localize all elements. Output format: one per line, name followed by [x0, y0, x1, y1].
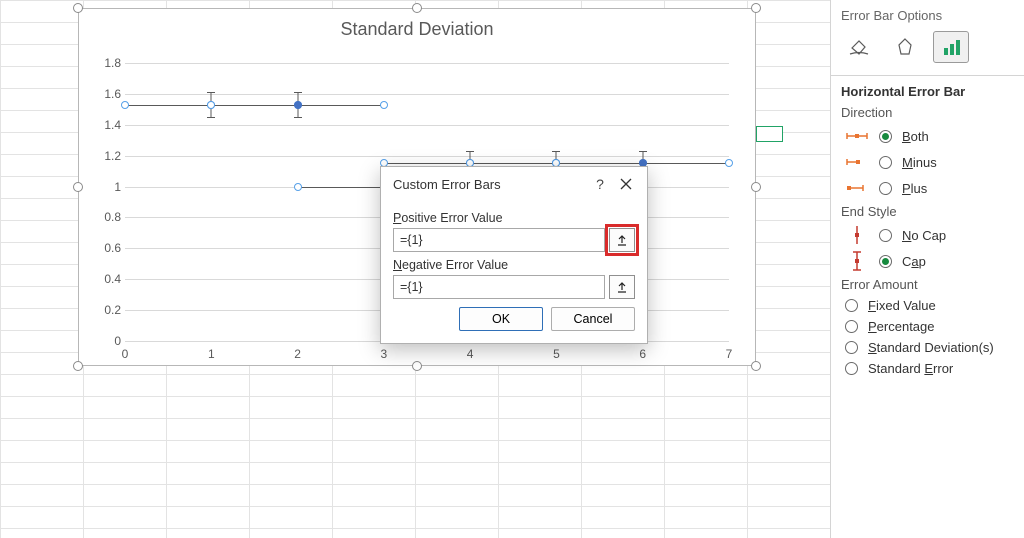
y-axis-tick-label: 1.6 [95, 87, 121, 101]
error-amount-stddev-radio[interactable] [845, 341, 858, 354]
gridline [125, 125, 729, 126]
resize-handle[interactable] [751, 361, 761, 371]
positive-error-label: Positive Error Value [393, 211, 635, 225]
error-bar-cap [294, 117, 302, 118]
error-amount-fixed-radio[interactable] [845, 299, 858, 312]
y-axis-tick-label: 0 [95, 334, 121, 348]
error-bar-cap [207, 117, 215, 118]
horizontal-error-bar-heading: Horizontal Error Bar [841, 84, 1024, 99]
x-axis-tick-label: 2 [294, 347, 301, 361]
error-amount-stddev-label: Standard Deviation(s) [868, 340, 994, 355]
error-bar-cap [639, 151, 647, 152]
direction-plus-label: Plus [902, 181, 927, 196]
error-amount-percentage-radio[interactable] [845, 320, 858, 333]
error-amount-stderr-radio[interactable] [845, 362, 858, 375]
negative-error-input[interactable] [393, 275, 605, 299]
error-amount-label: Error Amount [841, 277, 1024, 292]
fill-and-line-icon[interactable] [841, 31, 877, 63]
gridline [125, 94, 729, 95]
y-axis-tick-label: 0.4 [95, 272, 121, 286]
direction-plus-radio[interactable] [879, 182, 892, 195]
x-axis-tick-label: 4 [467, 347, 474, 361]
no-cap-icon [845, 225, 869, 245]
error-bar-options-icon[interactable] [933, 31, 969, 63]
error-bar-options-label: Error Bar Options [841, 0, 1024, 29]
y-axis-tick-label: 0.8 [95, 210, 121, 224]
error-bar-handle[interactable] [380, 101, 388, 109]
resize-handle[interactable] [73, 182, 83, 192]
direction-minus-label: Minus [902, 155, 937, 170]
end-style-cap-radio[interactable] [879, 255, 892, 268]
error-bar-handle[interactable] [121, 101, 129, 109]
direction-both-label: Both [902, 129, 929, 144]
gridline [125, 156, 729, 157]
error-amount-fixed-label: Fixed Value [868, 298, 936, 313]
y-axis-tick-label: 0.2 [95, 303, 121, 317]
minus-direction-icon [845, 152, 869, 172]
resize-handle[interactable] [73, 361, 83, 371]
x-axis-tick-label: 3 [381, 347, 388, 361]
help-button[interactable]: ? [587, 173, 613, 195]
resize-handle[interactable] [412, 3, 422, 13]
error-bar-cap [207, 92, 215, 93]
direction-both-radio[interactable] [879, 130, 892, 143]
gridline [125, 63, 729, 64]
cap-icon [845, 251, 869, 271]
resize-handle[interactable] [412, 361, 422, 371]
error-bar-cap [294, 92, 302, 93]
collapse-dialog-icon [616, 281, 628, 293]
resize-handle[interactable] [73, 3, 83, 13]
x-axis-tick-label: 1 [208, 347, 215, 361]
x-axis-tick-label: 0 [122, 347, 129, 361]
y-axis-tick-label: 0.6 [95, 241, 121, 255]
y-axis-tick-label: 1.8 [95, 56, 121, 70]
end-style-nocap-label: No Cap [902, 228, 946, 243]
both-direction-icon [845, 126, 869, 146]
range-picker-button[interactable] [609, 228, 635, 252]
x-axis-tick-label: 5 [553, 347, 560, 361]
close-button[interactable] [613, 173, 639, 195]
negative-error-label: Negative Error Value [393, 258, 635, 272]
end-style-nocap-radio[interactable] [879, 229, 892, 242]
resize-handle[interactable] [751, 182, 761, 192]
y-axis-tick-label: 1.2 [95, 149, 121, 163]
error-bar-handle[interactable] [294, 183, 302, 191]
resize-handle[interactable] [751, 3, 761, 13]
active-cell-indicator [756, 126, 783, 142]
error-bar-handle[interactable] [207, 101, 215, 109]
plus-direction-icon [845, 178, 869, 198]
end-style-label: End Style [841, 204, 1024, 219]
range-picker-button[interactable] [609, 275, 635, 299]
error-bar-handle[interactable] [725, 159, 733, 167]
x-axis-tick-label: 6 [639, 347, 646, 361]
error-amount-stderr-label: Standard Error [868, 361, 953, 376]
y-axis-tick-label: 1 [95, 180, 121, 194]
positive-error-input[interactable] [393, 228, 605, 252]
effects-icon[interactable] [887, 31, 923, 63]
y-axis-tick-label: 1.4 [95, 118, 121, 132]
error-amount-percentage-label: Percentage [868, 319, 935, 334]
error-bar-cap [466, 151, 474, 152]
error-bar-cap [552, 151, 560, 152]
collapse-dialog-icon [616, 234, 628, 246]
direction-minus-radio[interactable] [879, 156, 892, 169]
cancel-button[interactable]: Cancel [551, 307, 635, 331]
chart-title[interactable]: Standard Deviation [79, 9, 755, 46]
x-axis-tick-label: 7 [726, 347, 733, 361]
ok-button[interactable]: OK [459, 307, 543, 331]
end-style-cap-label: Cap [902, 254, 926, 269]
dialog-title: Custom Error Bars [393, 177, 501, 192]
data-point-marker[interactable] [294, 101, 302, 109]
direction-label: Direction [841, 105, 1024, 120]
custom-error-bars-dialog: Custom Error Bars ? Positive Error Value… [380, 166, 648, 344]
format-error-bars-panel: Error Bar Options Horizontal Error Bar D… [830, 0, 1024, 538]
